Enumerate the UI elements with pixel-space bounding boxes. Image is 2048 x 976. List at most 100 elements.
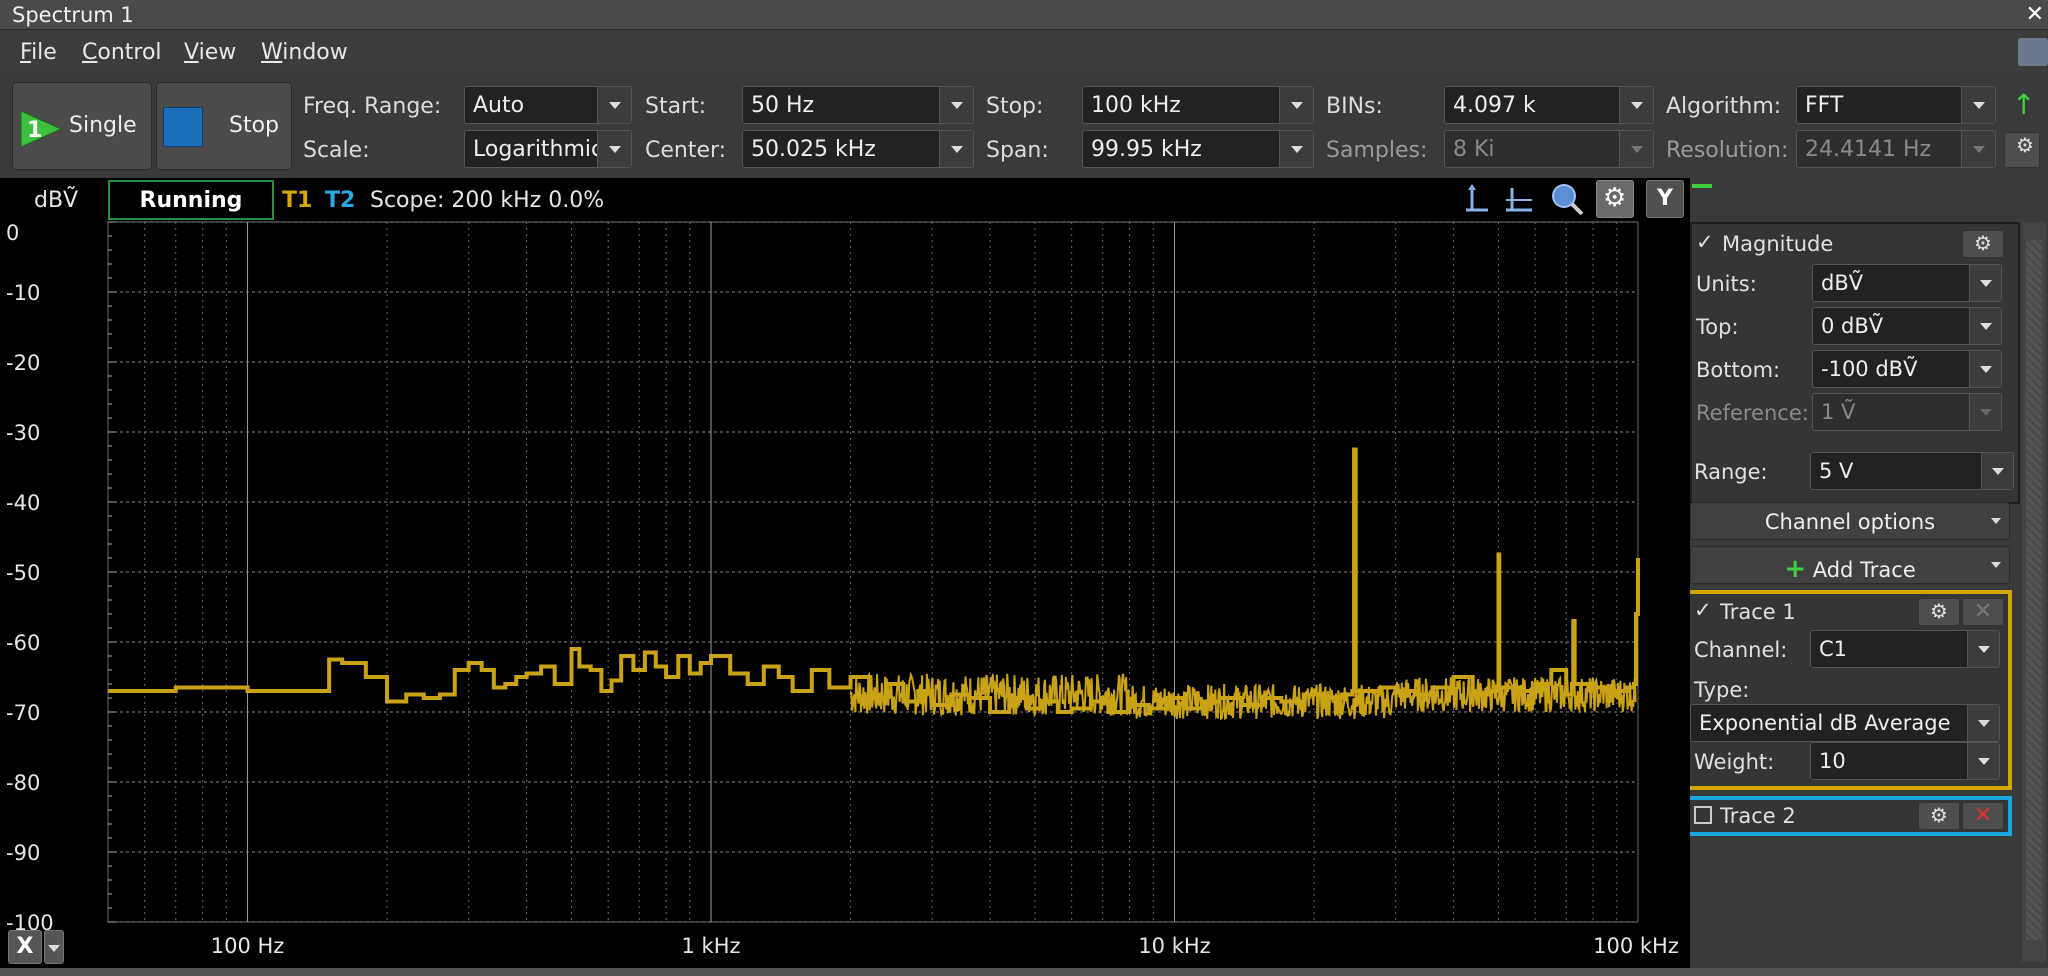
type-label: Type: bbox=[1694, 678, 1750, 702]
close-icon[interactable]: ✕ bbox=[2026, 2, 2044, 27]
plot-gear-icon[interactable]: ⚙ bbox=[1596, 180, 1634, 218]
spectrum-chart[interactable]: 0-10-20-30-40-50-60-70-80-90-100100 Hz 1 … bbox=[0, 178, 1690, 968]
toolbar: 1 Single Stop Freq. Range: Auto Scale: L… bbox=[0, 74, 2048, 174]
top-select[interactable]: 0 dBṼ bbox=[1812, 307, 2002, 345]
play-icon: 1 bbox=[20, 110, 63, 148]
plus-icon: + bbox=[1784, 554, 1807, 584]
channel-label: Channel: bbox=[1694, 638, 1788, 662]
top-label: Top: bbox=[1696, 315, 1739, 339]
window-icon[interactable] bbox=[2018, 38, 2048, 66]
gear-icon[interactable] bbox=[2004, 132, 2040, 168]
center-select[interactable]: 50.025 kHz bbox=[742, 130, 974, 168]
chevron-down-icon bbox=[1969, 351, 2001, 387]
chevron-down-icon bbox=[1619, 131, 1653, 167]
trace2-remove-icon[interactable]: ✕ bbox=[1962, 802, 2004, 830]
stop-icon bbox=[163, 107, 203, 147]
chevron-down-icon bbox=[597, 87, 631, 123]
y-tick-label: -70 bbox=[6, 701, 40, 725]
span-select[interactable]: 99.95 kHz bbox=[1082, 130, 1314, 168]
trace2-section: Trace 2 ✕ bbox=[1690, 796, 2012, 836]
stop-freq-value: 100 kHz bbox=[1091, 93, 1181, 118]
chevron-down-icon bbox=[1967, 705, 1999, 741]
units-select[interactable]: dBṼ bbox=[1812, 264, 2002, 302]
y-axis-button[interactable]: Y bbox=[1646, 180, 1684, 218]
chevron-down-icon bbox=[939, 87, 973, 123]
start-select[interactable]: 50 Hz bbox=[742, 86, 974, 124]
algorithm-select[interactable]: FFT bbox=[1796, 86, 1996, 124]
chevron-down-icon bbox=[1967, 743, 1999, 779]
span-value: 99.95 kHz bbox=[1091, 137, 1202, 162]
chevron-down-icon bbox=[1969, 308, 2001, 344]
zoom-icon[interactable] bbox=[1548, 180, 1586, 218]
y-tick-label: -10 bbox=[6, 281, 40, 305]
trace1-gear-icon[interactable] bbox=[1918, 598, 1960, 626]
y-tick-label: -50 bbox=[6, 561, 40, 585]
chevron-down-icon bbox=[1991, 562, 2001, 568]
range-label: Range: bbox=[1694, 460, 1768, 484]
x-tick-label: 10 kHz bbox=[1138, 934, 1210, 958]
y-tick-label: -80 bbox=[6, 771, 40, 795]
chevron-down-icon bbox=[1969, 394, 2001, 430]
minus-icon[interactable] bbox=[1692, 184, 1712, 188]
stop-button[interactable]: Stop bbox=[156, 82, 292, 170]
single-label: Single bbox=[69, 113, 137, 138]
trace2-gear-icon[interactable] bbox=[1918, 802, 1960, 830]
type-select[interactable]: Exponential dB Average bbox=[1690, 704, 2000, 742]
menu-control[interactable]: Control bbox=[82, 40, 162, 65]
samples-select[interactable]: 8 Ki bbox=[1444, 130, 1654, 168]
start-value: 50 Hz bbox=[751, 93, 815, 118]
x-axis-button[interactable]: X bbox=[8, 930, 42, 964]
chevron-down-icon bbox=[1967, 631, 1999, 667]
scale-select[interactable]: Logarithmic bbox=[464, 130, 632, 168]
add-trace-button[interactable]: + Add Trace bbox=[1690, 546, 2010, 584]
stop-freq-label: Stop: bbox=[986, 94, 1044, 119]
units-label: Units: bbox=[1696, 272, 1757, 296]
trace1-check-icon[interactable]: ✓ bbox=[1694, 598, 1712, 622]
chevron-down-icon bbox=[1961, 131, 1995, 167]
menu-view[interactable]: View bbox=[184, 40, 236, 65]
arrow-up-icon[interactable]: ↑ bbox=[2012, 88, 2035, 121]
algorithm-value: FFT bbox=[1805, 93, 1844, 118]
menu-file[interactable]: File bbox=[20, 40, 57, 65]
trace2-checkbox[interactable] bbox=[1694, 806, 1712, 824]
bins-select[interactable]: 4.097 k bbox=[1444, 86, 1654, 124]
range-select[interactable]: 5 V bbox=[1810, 452, 2014, 490]
stop-freq-select[interactable]: 100 kHz bbox=[1082, 86, 1314, 124]
scrollbar-thumb[interactable] bbox=[2026, 240, 2042, 940]
freq-range-select[interactable]: Auto bbox=[464, 86, 632, 124]
stop-label: Stop bbox=[229, 113, 280, 138]
bins-value: 4.097 k bbox=[1453, 93, 1536, 118]
trace1-section: ✓ Trace 1 ✕ Channel: C1 Type: Exponentia… bbox=[1690, 590, 2012, 790]
spectrum-plot[interactable]: 0 -10 -20 -30 -40 -50 -60 -70 -80 -90 -100 100 Hz 1 … bbox=[0, 178, 1690, 968]
weight-label: Weight: bbox=[1694, 750, 1775, 774]
menu-window[interactable]: Window bbox=[261, 40, 348, 65]
x-axis-dropdown[interactable] bbox=[44, 930, 64, 964]
chevron-down-icon bbox=[1279, 131, 1313, 167]
trace2-tag[interactable]: T2 bbox=[325, 188, 355, 213]
resolution-select[interactable]: 24.4141 Hz bbox=[1796, 130, 1996, 168]
reference-select[interactable]: 1 Ṽ bbox=[1812, 393, 2002, 431]
chevron-down-icon bbox=[1969, 265, 2001, 301]
single-button[interactable]: 1 Single bbox=[12, 82, 152, 170]
baseline-icon[interactable] bbox=[1500, 180, 1538, 218]
check-icon[interactable]: ✓ bbox=[1696, 230, 1714, 254]
cursor-icon[interactable] bbox=[1458, 180, 1496, 218]
chevron-down-icon bbox=[1961, 87, 1995, 123]
status-bar bbox=[0, 968, 2048, 976]
channel-options-button[interactable]: Channel options bbox=[1690, 502, 2010, 540]
scrollbar[interactable] bbox=[2022, 222, 2046, 962]
trace1-tag[interactable]: T1 bbox=[282, 188, 312, 213]
start-label: Start: bbox=[645, 94, 707, 119]
y-tick-label: -60 bbox=[6, 631, 40, 655]
scale-label: Scale: bbox=[303, 138, 370, 163]
chevron-down-icon bbox=[1991, 518, 2001, 524]
center-value: 50.025 kHz bbox=[751, 137, 876, 162]
x-tick-label: 1 kHz bbox=[682, 934, 741, 958]
magnitude-gear-icon[interactable] bbox=[1962, 230, 2004, 258]
trace1-remove-icon[interactable]: ✕ bbox=[1962, 598, 2004, 626]
chevron-down-icon bbox=[597, 131, 631, 167]
bottom-select[interactable]: -100 dBṼ bbox=[1812, 350, 2002, 388]
weight-select[interactable]: 10 bbox=[1810, 742, 2000, 780]
samples-value: 8 Ki bbox=[1453, 137, 1495, 162]
channel-select[interactable]: C1 bbox=[1810, 630, 2000, 668]
